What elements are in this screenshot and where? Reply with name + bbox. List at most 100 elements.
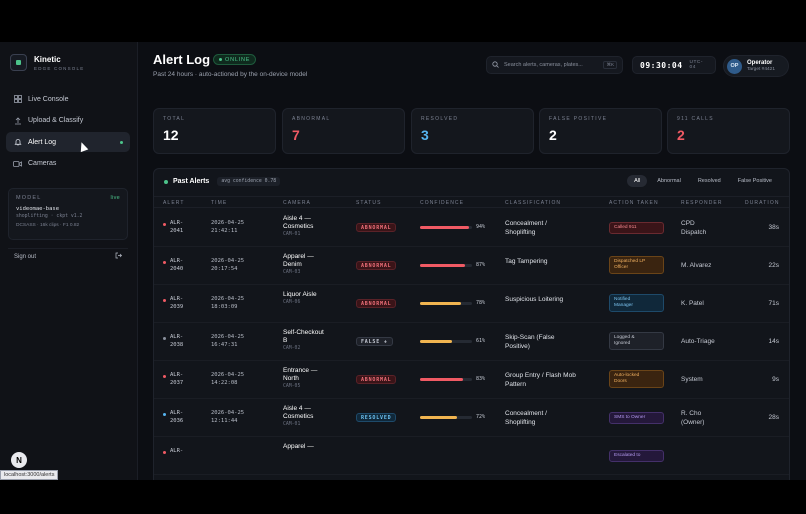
- alert-time: 16:47:31: [211, 342, 238, 348]
- table-row[interactable]: ALR- 2039 2026-04-25 18:03:09 Liquor Ais…: [154, 285, 789, 323]
- table-row[interactable]: ALR- 2041 2026-04-25 21:42:11 Aisle 4 — …: [154, 209, 789, 247]
- confidence-fill: [420, 226, 469, 229]
- stat-value: 2: [549, 127, 557, 143]
- filter-false-positive[interactable]: False Positive: [731, 175, 779, 187]
- upload-icon: [13, 116, 22, 125]
- sidebar-item-cameras[interactable]: Cameras: [6, 154, 130, 174]
- page-title: Alert Log: [153, 52, 211, 67]
- signout-button[interactable]: Sign out: [8, 248, 128, 264]
- responder: K. Patel: [681, 300, 704, 307]
- live-dot: [164, 179, 168, 184]
- responder: R. Cho: [681, 410, 702, 417]
- classification: Concealment /: [505, 410, 547, 417]
- search-box[interactable]: ⌘K: [486, 56, 623, 74]
- filter-resolved[interactable]: Resolved: [691, 175, 728, 187]
- camera-id: CAM-02: [283, 346, 301, 351]
- alert-time: 20:17:54: [211, 266, 238, 272]
- stat-value: 2: [677, 127, 685, 143]
- severity-dot: [163, 413, 166, 416]
- camera-id: CAM-06: [283, 300, 301, 305]
- brand-name: Kinetic: [34, 54, 61, 64]
- table-row[interactable]: ALR- 2037 2026-04-25 14:22:08 Entrance —…: [154, 361, 789, 399]
- filter-abnormal[interactable]: Abnormal: [650, 175, 688, 187]
- responder-2: Dispatch: [681, 228, 707, 236]
- column-header[interactable]: ALERT: [163, 200, 185, 206]
- model-name: videomae-base: [16, 206, 60, 212]
- stat-label: TOTAL: [163, 116, 186, 122]
- column-header[interactable]: RESPONDER: [681, 200, 723, 206]
- confidence-bar: [420, 340, 472, 343]
- alert-id-number: 2039: [170, 304, 184, 310]
- responder-2: (Owner): [681, 418, 705, 426]
- table-row[interactable]: ALR- Apparel — Escalated to: [154, 437, 789, 475]
- user-menu[interactable]: OP Operator Target #4421: [723, 55, 789, 77]
- action-text: SMS to Owner: [614, 415, 646, 420]
- brand[interactable]: Kinetic EDGE CONSOLE: [10, 54, 84, 71]
- responder: CPD: [681, 220, 695, 227]
- table-header: ALERT TIME CAMERA STATUS CONFIDENCE CLAS…: [154, 196, 789, 208]
- duration: 28s: [768, 414, 779, 421]
- stat-card-total: TOTAL 12: [153, 108, 276, 154]
- active-indicator-dot: [120, 140, 123, 144]
- alert-id: ALR-: [170, 372, 184, 378]
- confidence-fill: [420, 264, 466, 267]
- stat-value: 7: [292, 127, 300, 143]
- duration: 38s: [768, 224, 779, 231]
- alert-id: ALR-: [170, 258, 184, 264]
- next-logo-icon[interactable]: N: [11, 452, 27, 468]
- clock-time: 09:30:04: [640, 60, 683, 70]
- stat-label: RESOLVED: [421, 116, 459, 122]
- column-header[interactable]: CLASSIFICATION: [505, 200, 561, 206]
- camera-name: Aisle 4 —: [283, 215, 311, 222]
- action-text-2: Ignored: [614, 341, 631, 346]
- table-row[interactable]: ALR- 2036 2026-04-25 12:11:44 Aisle 4 — …: [154, 399, 789, 437]
- camera-name: Liquor Aisle: [283, 291, 317, 298]
- model-card: MODEL live videomae-base shoplifting · c…: [8, 188, 128, 240]
- action-badge: Logged & Ignored: [609, 332, 664, 350]
- action-badge: Notified Manager: [609, 294, 664, 312]
- column-header[interactable]: STATUS: [356, 200, 382, 206]
- camera-name: Apparel —: [283, 443, 314, 450]
- status-badge: ABNORMAL: [356, 223, 397, 232]
- camera-name-2: Cosmetics: [283, 413, 314, 420]
- duration: 14s: [768, 338, 779, 345]
- classification-2: Shoplifting: [505, 228, 536, 236]
- responder: M. Alvarez: [681, 262, 712, 269]
- alert-time: 21:42:11: [211, 228, 238, 234]
- responder: Auto-Triage: [681, 338, 715, 345]
- alert-time: 12:11:44: [211, 418, 238, 424]
- confidence-value: 94%: [476, 224, 486, 230]
- column-header[interactable]: CAMERA: [283, 200, 311, 206]
- confidence-value: 87%: [476, 262, 486, 268]
- model-label: MODEL: [16, 195, 42, 201]
- user-target: Target #4421: [747, 67, 776, 72]
- confidence-fill: [420, 302, 461, 305]
- alert-id: ALR-: [170, 220, 184, 226]
- alert-id: ALR-: [170, 334, 184, 340]
- sidebar-item-live-console[interactable]: Live Console: [6, 89, 130, 109]
- action-text-2: Doors: [614, 379, 627, 384]
- camera-name-2: North: [283, 375, 299, 382]
- alert-date: 2026-04-25: [211, 334, 245, 340]
- column-header[interactable]: TIME: [211, 200, 227, 206]
- sidebar-item-alert-log[interactable]: Alert Log: [6, 132, 130, 152]
- search-input[interactable]: [503, 62, 604, 68]
- confidence-bar: [420, 378, 472, 381]
- confidence-value: 72%: [476, 414, 486, 420]
- alert-date: 2026-04-25: [211, 258, 245, 264]
- column-header[interactable]: CONFIDENCE: [420, 200, 464, 206]
- alert-date: 2026-04-25: [211, 220, 245, 226]
- column-header[interactable]: ACTION TAKEN: [609, 200, 659, 206]
- filter-all[interactable]: All: [627, 175, 648, 187]
- grid-icon: [13, 95, 22, 104]
- alert-time: 14:22:08: [211, 380, 238, 386]
- status-badge: RESOLVED: [356, 413, 397, 422]
- table-row[interactable]: ALR- 2040 2026-04-25 20:17:54 Apparel — …: [154, 247, 789, 285]
- model-stats: DCSASS · 16k clips · F1 0.82: [16, 223, 80, 228]
- camera-name: Apparel —: [283, 253, 314, 260]
- action-badge: Dispatched LP Officer: [609, 256, 664, 274]
- column-header[interactable]: DURATION: [745, 200, 780, 206]
- confidence-fill: [420, 340, 452, 343]
- sidebar-item-upload-classify[interactable]: Upload & Classify: [6, 111, 130, 131]
- table-row[interactable]: ALR- 2038 2026-04-25 16:47:31 Self-Check…: [154, 323, 789, 361]
